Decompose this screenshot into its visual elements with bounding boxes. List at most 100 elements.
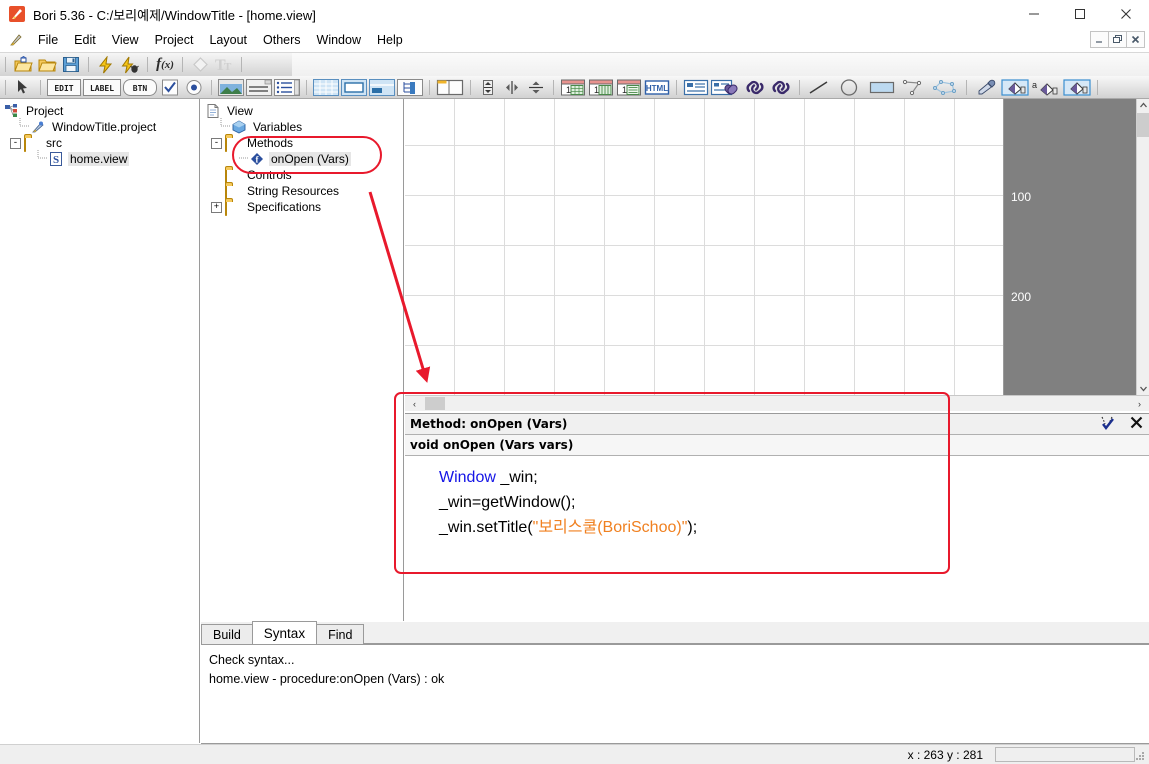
ellipse-icon[interactable] <box>834 77 864 97</box>
listbox-icon[interactable] <box>274 77 300 97</box>
mdi-restore-button[interactable] <box>1108 31 1127 48</box>
tree-item-project[interactable]: Project <box>4 103 199 119</box>
tree-expander-collapse[interactable]: - <box>211 137 222 149</box>
tree-item-windowtitle-project[interactable]: WindowTitle.project <box>4 117 199 135</box>
radio-icon[interactable] <box>183 77 205 97</box>
maximize-button[interactable] <box>1057 0 1103 28</box>
label-icon[interactable]: LABEL <box>83 77 121 97</box>
edit-field-icon[interactable]: EDIT <box>47 77 81 97</box>
listview-icon[interactable]: 1 <box>616 77 642 97</box>
vertical-scroll-thumb[interactable] <box>1137 113 1149 137</box>
tree-item-view[interactable]: View <box>205 103 403 119</box>
tabview-icon[interactable] <box>341 77 367 97</box>
tree-item-onopen-method[interactable]: f onOpen (Vars) <box>205 151 403 167</box>
pointer-icon[interactable] <box>12 77 34 97</box>
menu-help[interactable]: Help <box>369 30 411 50</box>
run-icon[interactable] <box>95 55 117 75</box>
application-window: Bori 5.36 - C:/보리예제/WindowTitle - [home.… <box>0 0 1149 764</box>
polyline-icon[interactable] <box>900 77 928 97</box>
view-doc-icon <box>205 104 221 118</box>
folder-icon <box>225 168 241 184</box>
variables-icon <box>231 120 247 134</box>
border-color-icon[interactable] <box>1063 77 1091 97</box>
menu-window[interactable]: Window <box>309 30 369 50</box>
output-tab-strip: Build Syntax Find <box>201 621 1149 645</box>
checkbox-icon[interactable] <box>159 77 181 97</box>
menu-edit[interactable]: Edit <box>66 30 104 50</box>
tree-item-specifications[interactable]: + Specifications <box>205 199 403 216</box>
image-icon[interactable] <box>218 77 244 97</box>
menu-view[interactable]: View <box>104 30 147 50</box>
text-format-icon[interactable]: T T <box>213 55 235 75</box>
mdi-close-button[interactable] <box>1126 31 1145 48</box>
polygon-icon[interactable] <box>930 77 960 97</box>
menu-layout[interactable]: Layout <box>201 30 255 50</box>
link-icon[interactable] <box>743 77 767 97</box>
fill-color-icon[interactable] <box>1001 77 1029 97</box>
text-color-icon[interactable]: a <box>1031 77 1061 97</box>
canvas-grid[interactable] <box>405 99 1005 395</box>
menu-bar: File Edit View Project Layout Others Win… <box>0 28 1149 53</box>
function-icon[interactable]: f(x) <box>154 55 176 75</box>
new-project-icon[interactable] <box>12 55 34 75</box>
menu-file[interactable]: File <box>30 30 66 50</box>
scroll-right-arrow[interactable]: › <box>1132 396 1147 411</box>
save-icon[interactable] <box>60 55 82 75</box>
grid-icon[interactable] <box>313 77 339 97</box>
canvas-vertical-scrollbar[interactable] <box>1136 99 1149 395</box>
html-icon[interactable]: HTML <box>644 77 670 97</box>
rectangle-icon[interactable] <box>866 77 898 97</box>
close-icon[interactable] <box>1130 416 1143 432</box>
resize-grip-icon[interactable] <box>1134 750 1146 762</box>
toolbar-separator <box>1097 79 1098 95</box>
code-editor[interactable]: Window _win; _win=getWindow(); _win.setT… <box>405 457 1149 622</box>
output-console: Check syntax... home.view - procedure:on… <box>201 645 1149 743</box>
datepicker-icon[interactable]: 1 <box>588 77 614 97</box>
link-alt-icon[interactable] <box>769 77 793 97</box>
tree-item-methods[interactable]: - Methods <box>205 135 403 152</box>
menu-project[interactable]: Project <box>147 30 202 50</box>
debug-icon[interactable] <box>119 55 141 75</box>
tree-expander-expand[interactable]: + <box>211 201 222 213</box>
horizontal-scroll-thumb[interactable] <box>425 397 445 410</box>
tab-syntax[interactable]: Syntax <box>251 621 318 644</box>
mdi-minimize-button[interactable] <box>1090 31 1109 48</box>
align-center-v-icon[interactable] <box>501 77 523 97</box>
syntax-check-icon[interactable] <box>1099 415 1116 434</box>
method-signature: void onOpen (Vars vars) <box>405 435 1149 456</box>
tree-expander-collapse[interactable]: - <box>10 137 21 149</box>
code-token-plain: _win=getWindow(); <box>439 494 576 511</box>
tree-item-string-resources[interactable]: String Resources <box>205 183 403 200</box>
tree-item-controls[interactable]: Controls <box>205 167 403 184</box>
shape-icon[interactable] <box>189 55 211 75</box>
align-center-h-icon[interactable] <box>525 77 547 97</box>
tab-find[interactable]: Find <box>316 624 365 644</box>
canvas-horizontal-scrollbar[interactable]: ‹ › <box>405 395 1149 411</box>
tree-item-home-view[interactable]: S home.view <box>4 149 199 167</box>
button-icon[interactable]: BTN <box>123 77 157 97</box>
line-icon[interactable] <box>806 77 832 97</box>
tree-item-src[interactable]: - src <box>4 135 199 152</box>
scroll-up-arrow[interactable] <box>1137 99 1149 112</box>
eyedropper-icon[interactable] <box>973 77 999 97</box>
scroll-down-arrow[interactable] <box>1137 382 1149 395</box>
vertical-ruler: 100 200 <box>1004 99 1136 395</box>
vertical-align-icon[interactable] <box>477 77 499 97</box>
splitview-icon[interactable] <box>369 77 395 97</box>
window-icon[interactable] <box>436 77 464 97</box>
tree-item-variables[interactable]: Variables <box>205 117 403 135</box>
toolbar-separator <box>5 79 6 95</box>
open-folder-icon[interactable] <box>36 55 58 75</box>
minimize-button[interactable] <box>1011 0 1057 28</box>
tree-label: src <box>46 136 62 150</box>
close-button[interactable] <box>1103 0 1149 28</box>
menu-others[interactable]: Others <box>255 30 309 50</box>
treeview-icon[interactable] <box>397 77 423 97</box>
scroll-left-arrow[interactable]: ‹ <box>407 396 422 411</box>
link-data-icon[interactable] <box>711 77 741 97</box>
panel-icon[interactable] <box>246 77 272 97</box>
tab-build[interactable]: Build <box>201 624 253 644</box>
calendar-icon[interactable]: 1 <box>560 77 586 97</box>
window-controls <box>1011 0 1149 28</box>
property-icon[interactable] <box>683 77 709 97</box>
